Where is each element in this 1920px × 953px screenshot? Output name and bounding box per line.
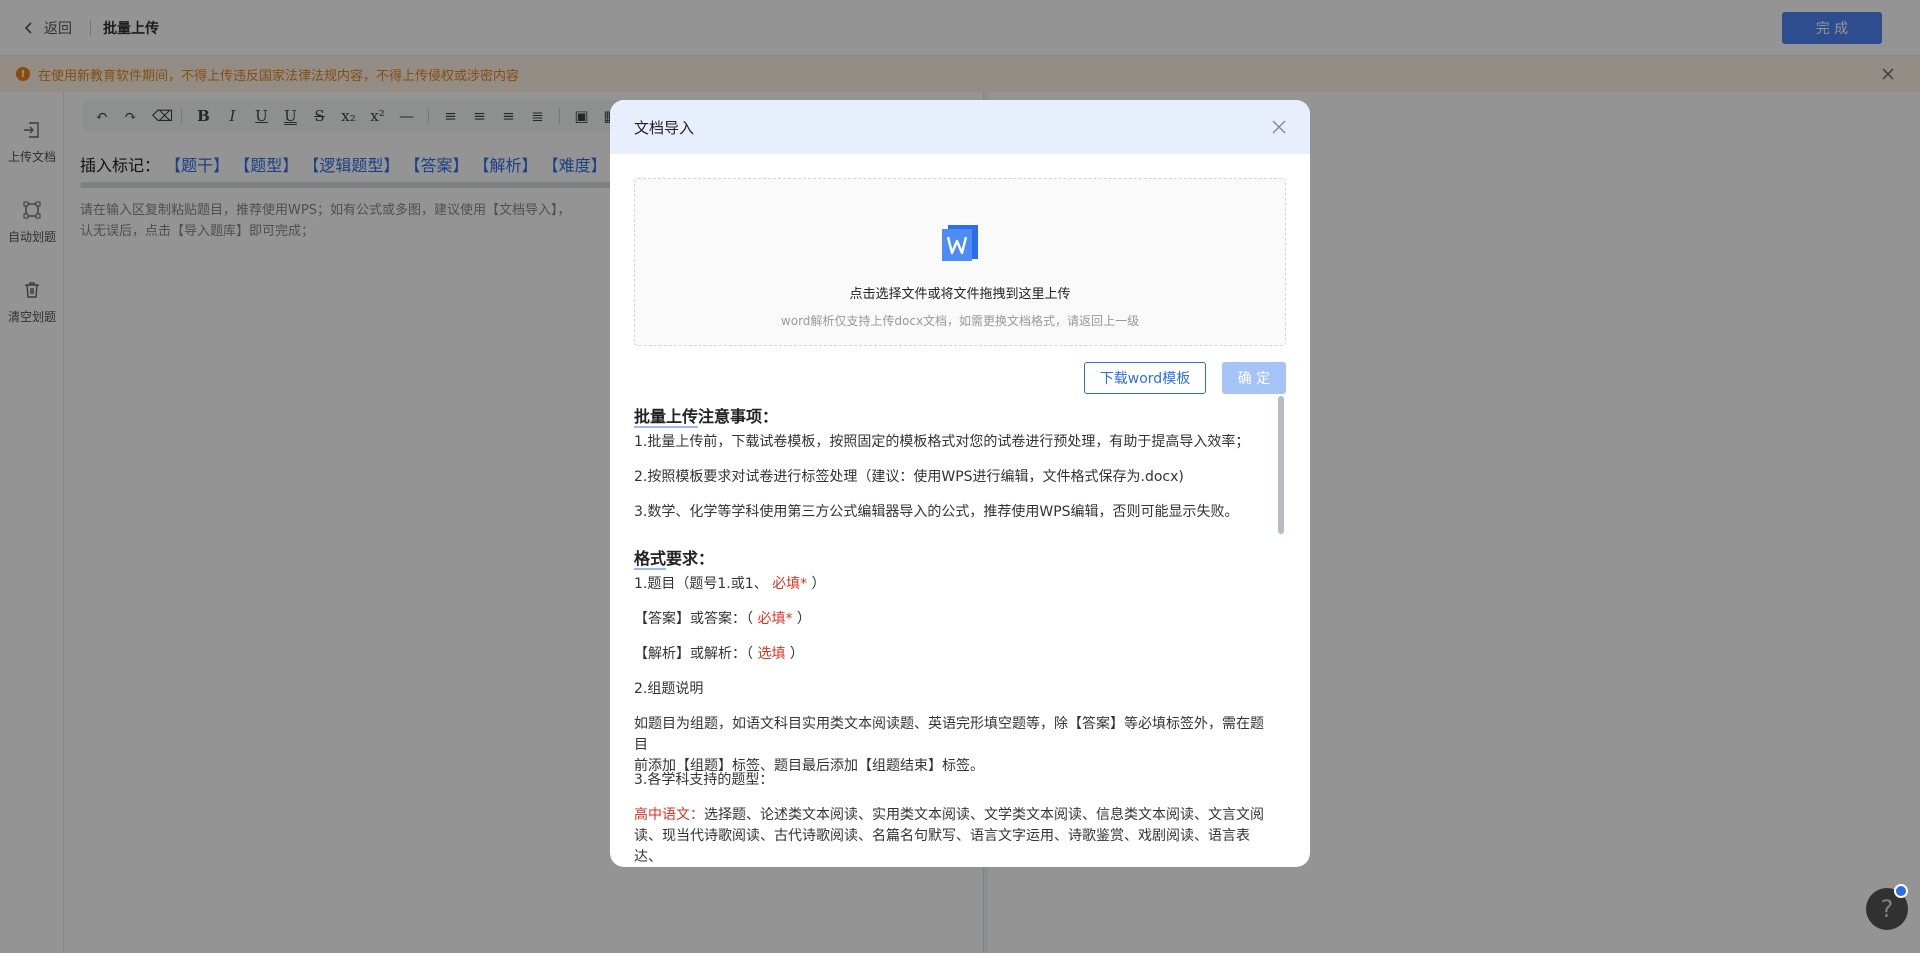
doc-import-modal: 文档导入 点击选择文件或将文件拖拽到这里上传 word解析仅支持上传docx文档… bbox=[610, 100, 1310, 867]
format-text: 1.题目（题号1.或1、 bbox=[634, 576, 768, 592]
format-text: ） bbox=[789, 646, 804, 662]
note-item: 1.批量上传前，下载试卷模板，按照固定的模板格式对您的试卷进行预处理，有助于提高… bbox=[634, 434, 1250, 450]
close-icon[interactable] bbox=[1270, 118, 1288, 136]
subject-types: 读、现当代诗歌阅读、古代诗歌阅读、名篇名句默写、语言文字运用、诗歌鉴赏、戏剧阅读… bbox=[634, 828, 1250, 865]
confirm-button[interactable]: 确 定 bbox=[1222, 362, 1286, 394]
download-template-button[interactable]: 下载word模板 bbox=[1084, 362, 1206, 394]
heading-underline bbox=[634, 568, 666, 570]
note-item: 3.数学、化学等学科使用第三方公式编辑器导入的公式，推荐使用WPS编辑，否则可能… bbox=[634, 504, 1239, 520]
format-item: 1.题目（题号1.或1、 必填* ） bbox=[634, 574, 1274, 595]
format-text: 【答案】或答案：（ bbox=[634, 611, 753, 627]
word-file-icon bbox=[942, 225, 978, 261]
format-text: 【解析】或解析：（ bbox=[634, 646, 753, 662]
required-mark: 必填* bbox=[757, 611, 793, 627]
notes-heading: 批量上传注意事项： bbox=[634, 407, 779, 426]
required-mark: 必填* bbox=[772, 576, 808, 592]
subject-name: 高中语文： bbox=[634, 807, 704, 823]
upload-instruction: 点击选择文件或将文件拖拽到这里上传 bbox=[849, 287, 1071, 302]
format-heading: 格式要求： bbox=[634, 549, 715, 568]
upload-dropzone[interactable]: 点击选择文件或将文件拖拽到这里上传 word解析仅支持上传docx文档，如需更换… bbox=[634, 178, 1286, 346]
help-badge-icon bbox=[1894, 884, 1908, 898]
group-description: 如题目为组题，如语文科目实用类文本阅读题、英语完形填空题等，除【答案】等必填标签… bbox=[634, 714, 1274, 777]
scrollbar-thumb[interactable] bbox=[1278, 396, 1284, 534]
optional-mark: 选填 bbox=[757, 646, 786, 662]
format-text: ） bbox=[796, 611, 811, 627]
subject-item: 高中语文：选择题、论述类文本阅读、实用类文本阅读、文学类文本阅读、信息类文本阅读… bbox=[634, 805, 1274, 867]
group-line: 如题目为组题，如语文科目实用类文本阅读题、英语完形填空题等，除【答案】等必填标签… bbox=[634, 716, 1264, 753]
upload-note: word解析仅支持上传docx文档，如需更换文档格式，请返回上一级 bbox=[780, 314, 1140, 328]
format-item: 【答案】或答案：（ 必填* ） bbox=[634, 609, 1274, 630]
instructions-scroll-area[interactable]: 批量上传注意事项： 1.批量上传前，下载试卷模板，按照固定的模板格式对您的试卷进… bbox=[634, 396, 1286, 867]
modal-header: 文档导入 bbox=[610, 100, 1310, 154]
heading-underline bbox=[634, 426, 698, 428]
note-item: 2.按照模板要求对试卷进行标签处理（建议：使用WPS进行编辑，文件格式保存为.d… bbox=[634, 469, 1184, 485]
modal-title: 文档导入 bbox=[634, 118, 695, 137]
format-item: 【解析】或解析：（ 选填 ） bbox=[634, 644, 1274, 665]
format-text: ） bbox=[811, 576, 826, 592]
subjects-heading: 3.各学科支持的题型： bbox=[634, 772, 774, 788]
group-heading: 2.组题说明 bbox=[634, 681, 704, 697]
subject-types: 选择题、论述类文本阅读、实用类文本阅读、文学类文本阅读、信息类文本阅读、文言文阅 bbox=[704, 807, 1264, 823]
